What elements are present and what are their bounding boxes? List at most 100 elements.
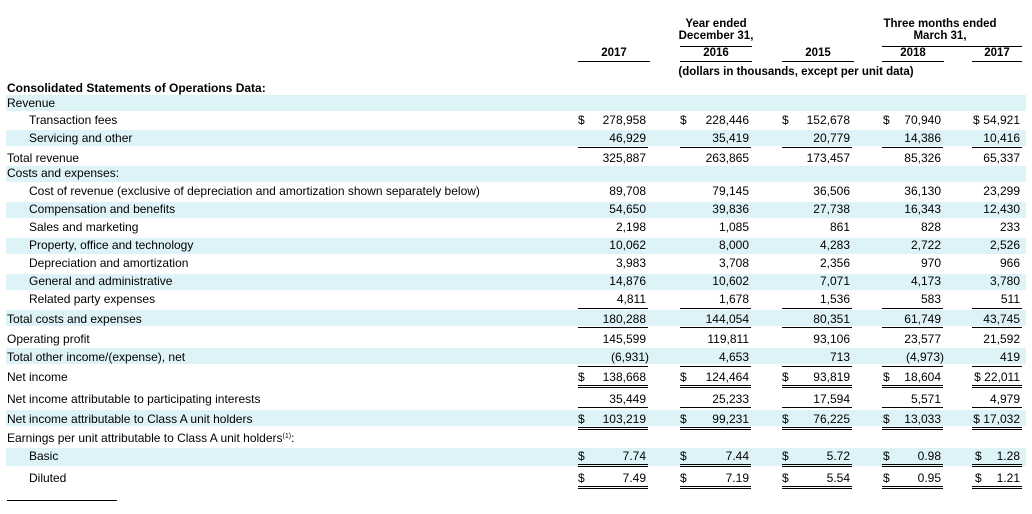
row-label-total-other-income: Total other income/(expense), net — [7, 350, 186, 364]
value-cell: 93,819 — [813, 370, 850, 384]
dollar-sign: $ — [883, 471, 890, 485]
value-cell: 27,738 — [813, 202, 850, 216]
subtotal-rule — [680, 147, 751, 148]
value-cell: 1,536 — [819, 292, 850, 306]
total-double-rule — [578, 427, 648, 430]
column-rule-q2017 — [972, 61, 1022, 62]
value-cell: 828 — [920, 220, 941, 234]
dollar-sign: $ — [578, 449, 585, 463]
subtotal-rule — [972, 147, 1022, 148]
value-cell: 119,811 — [707, 332, 749, 346]
value-cell: 20,779 — [813, 131, 850, 145]
value-cell: 1.28 — [996, 449, 1020, 463]
column-rule-2017 — [578, 61, 650, 62]
value-cell: 85,326 — [904, 151, 941, 165]
value-cell: 583 — [920, 292, 941, 306]
value-cell: 10,602 — [712, 274, 749, 288]
value-cell: 13,033 — [904, 412, 941, 426]
value-cell: 173,457 — [806, 151, 850, 165]
value-cell: 970 — [920, 256, 941, 270]
value-cell: 89,708 — [609, 184, 646, 198]
value-cell: 99,231 — [712, 412, 749, 426]
column-rule-2016 — [680, 61, 752, 62]
value-cell: 3,780 — [989, 274, 1020, 288]
subtotal-rule — [882, 366, 943, 367]
value-cell: 35,419 — [712, 131, 749, 145]
value-cell: (4,973) — [905, 350, 944, 364]
subtotal-rule — [782, 327, 852, 328]
value-cell: 23,577 — [904, 332, 941, 346]
row-label-revenue: Revenue — [7, 96, 56, 110]
value-cell: 25,233 — [712, 392, 749, 406]
subtotal-rule — [882, 327, 943, 328]
value-cell: 2,526 — [989, 238, 1020, 252]
value-cell: 278,958 — [602, 113, 646, 127]
value-cell: 43,745 — [983, 312, 1020, 326]
value-cell: 4,653 — [718, 350, 749, 364]
row-label-property-office-technology: Property, office and technology — [29, 238, 194, 252]
row-label-general-administrative: General and administrative — [29, 274, 173, 288]
total-double-rule — [782, 464, 852, 467]
dollar-sign: $ — [578, 113, 585, 127]
value-cell: 4,811 — [616, 292, 646, 306]
dollar-sign: $ — [883, 113, 890, 127]
row-label-costs-and-expenses: Costs and expenses: — [7, 166, 120, 180]
total-double-rule — [680, 427, 751, 430]
value-cell: 93,106 — [813, 332, 850, 346]
value-cell: 54,650 — [609, 202, 646, 216]
value-cell: 7,071 — [819, 274, 850, 288]
value-cell: 1,678 — [718, 292, 749, 306]
row-label-total-costs-and-expenses: Total costs and expenses — [7, 312, 142, 326]
subtotal-rule — [972, 327, 1022, 328]
value-cell: $ 22,011 — [974, 370, 1020, 384]
value-cell: (6,931) — [610, 350, 649, 364]
subtotal-rule — [578, 366, 648, 367]
total-double-rule — [680, 385, 751, 388]
dollar-sign: $ — [782, 412, 789, 426]
value-cell: 80,351 — [813, 312, 850, 326]
units-note: (dollars in thousands, except per unit d… — [678, 66, 914, 78]
three-months-header: Three months ended March 31, — [880, 18, 1000, 42]
dollar-sign: $ — [680, 449, 687, 463]
subtotal-rule — [782, 308, 852, 309]
row-label-diluted: Diluted — [29, 471, 67, 485]
subtotal-rule — [680, 308, 751, 309]
value-cell: 46,929 — [609, 131, 646, 145]
value-cell: 8,000 — [718, 238, 749, 252]
value-cell: 12,430 — [983, 202, 1020, 216]
row-band — [6, 310, 1026, 326]
dollar-sign: $ — [883, 412, 890, 426]
value-cell: 3,983 — [615, 256, 646, 270]
subtotal-rule — [882, 407, 943, 408]
subtotal-rule — [972, 407, 1022, 408]
value-cell: 2,198 — [615, 220, 646, 234]
value-cell: 263,865 — [705, 151, 749, 165]
value-cell: 23,299 — [983, 184, 1020, 198]
value-cell: 18,604 — [904, 370, 941, 384]
value-cell: 0.98 — [917, 449, 941, 463]
footnote-separator — [7, 500, 117, 501]
column-header-2016: 2016 — [703, 47, 729, 59]
dollar-sign: $ — [680, 471, 687, 485]
year-ended-line1: Year ended — [685, 18, 747, 30]
total-double-rule — [680, 464, 751, 467]
row-label-servicing-and-other: Servicing and other — [29, 131, 133, 145]
value-cell: 21,592 — [983, 332, 1020, 346]
total-double-rule — [972, 427, 1022, 430]
row-label-basic: Basic — [29, 449, 59, 463]
row-band — [6, 95, 1026, 111]
value-cell: 1.21 — [996, 471, 1020, 485]
column-header-q2018: 2018 — [900, 47, 926, 59]
dollar-sign: $ — [883, 370, 890, 384]
dollar-sign: $ — [883, 449, 890, 463]
row-label-eps-heading: Earnings per unit attributable to Class … — [7, 431, 294, 445]
value-cell: 4,283 — [819, 238, 850, 252]
dollar-sign: $ — [782, 471, 789, 485]
total-double-rule — [680, 486, 751, 489]
three-months-line1: Three months ended — [883, 18, 997, 30]
value-cell: 5,571 — [910, 392, 941, 406]
column-header-q2017: 2017 — [984, 47, 1010, 59]
value-cell: 861 — [829, 220, 850, 234]
dollar-sign: $ — [680, 113, 687, 127]
value-cell: 180,288 — [602, 312, 646, 326]
